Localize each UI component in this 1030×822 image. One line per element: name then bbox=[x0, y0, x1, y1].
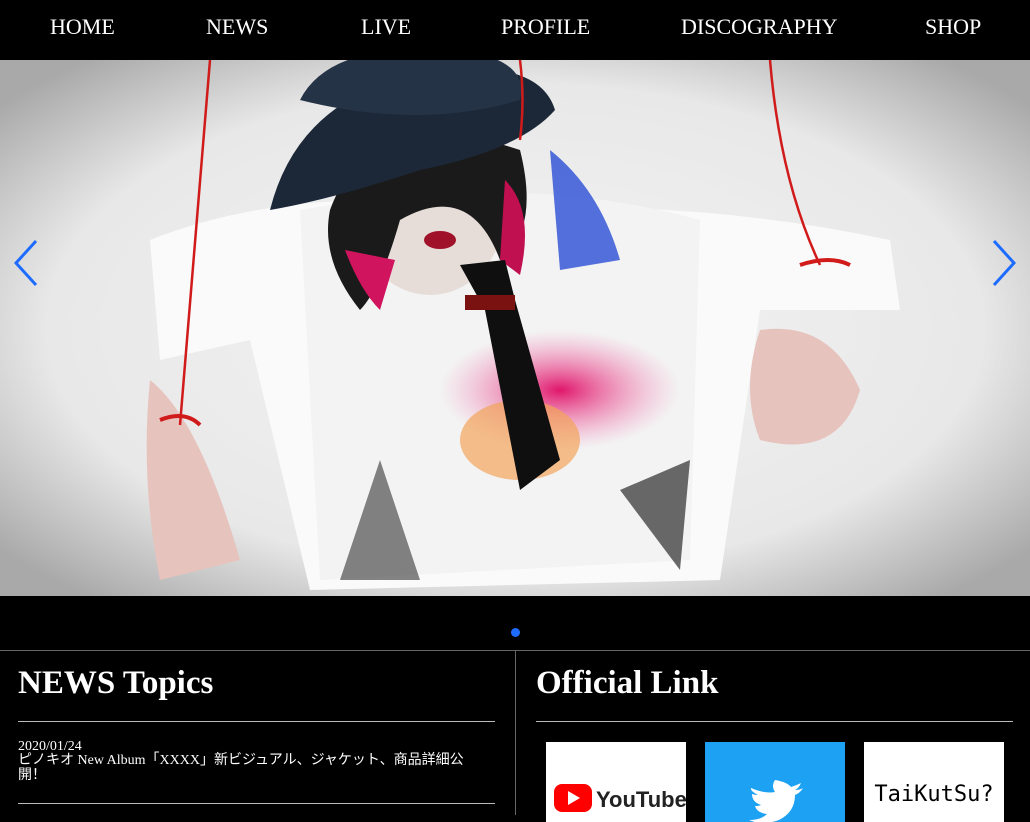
news-divider bbox=[18, 803, 495, 804]
official-links-panel: Official Link YouTube TaiKutSu? bbox=[516, 650, 1030, 822]
news-item-link[interactable]: ピノキオ New Album「XXXX」新ビジュアル、ジャケット、商品詳細公開！ bbox=[18, 753, 488, 783]
news-panel: NEWS Topics 2020/01/24 ピノキオ New Album「XX… bbox=[0, 650, 516, 815]
news-divider bbox=[18, 721, 495, 722]
chevron-right-icon bbox=[992, 239, 1017, 287]
youtube-link[interactable]: YouTube bbox=[546, 742, 686, 822]
taikutsu-link[interactable]: TaiKutSu? bbox=[864, 742, 1004, 822]
nav-live[interactable]: LIVE bbox=[361, 14, 411, 40]
slider-next-button[interactable] bbox=[986, 235, 1026, 295]
nav-home[interactable]: HOME bbox=[50, 14, 115, 40]
top-navigation: HOME NEWS LIVE PROFILE DISCOGRAPHY SHOP bbox=[0, 0, 1030, 60]
news-title: NEWS Topics bbox=[18, 665, 214, 701]
nav-discography[interactable]: DISCOGRAPHY bbox=[681, 14, 837, 40]
youtube-logo-icon: YouTube bbox=[554, 784, 686, 812]
twitter-link[interactable] bbox=[705, 742, 845, 822]
links-divider bbox=[536, 721, 1013, 722]
links-title: Official Link bbox=[536, 665, 719, 701]
hero-image bbox=[0, 60, 1030, 596]
slider-dot-active[interactable] bbox=[511, 628, 520, 637]
slider-prev-button[interactable] bbox=[4, 235, 44, 295]
hero-slider bbox=[0, 60, 1030, 596]
twitter-bird-icon bbox=[749, 780, 803, 822]
nav-profile[interactable]: PROFILE bbox=[501, 14, 590, 40]
chevron-left-icon bbox=[13, 239, 38, 287]
nav-shop[interactable]: SHOP bbox=[925, 14, 981, 40]
nav-news[interactable]: NEWS bbox=[206, 14, 268, 40]
svg-text:YouTube: YouTube bbox=[596, 787, 686, 812]
taikutsu-logo-icon: TaiKutSu? bbox=[874, 782, 994, 807]
slider-pagination bbox=[0, 596, 1030, 650]
